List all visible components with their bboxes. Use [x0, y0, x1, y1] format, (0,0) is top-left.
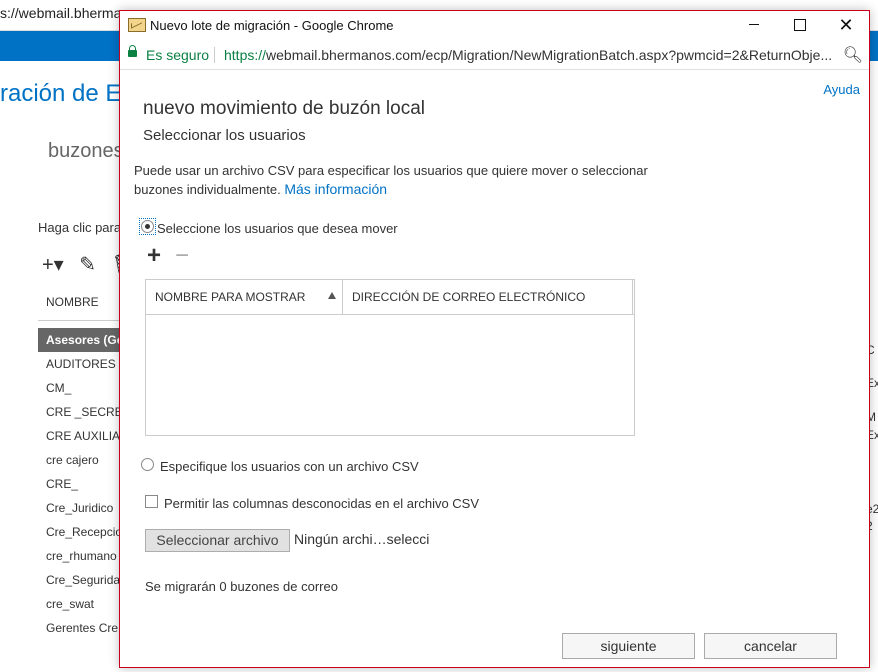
list-item[interactable]: Cre_Segurida: [38, 568, 128, 592]
migration-count-text: Se migrarán 0 buzones de correo: [145, 579, 338, 594]
mail-envelope-icon: [128, 18, 146, 32]
list-item[interactable]: CRE _SECRET: [38, 400, 128, 424]
csv-file-radio[interactable]: [141, 458, 154, 471]
select-users-radio[interactable]: [141, 220, 154, 233]
maximize-button[interactable]: [777, 11, 823, 41]
next-button[interactable]: siguiente: [562, 633, 695, 659]
description-text: Puede usar un archivo CSV para especific…: [134, 163, 648, 197]
background-page-title: ración de E: [0, 80, 122, 107]
background-list: Asesores (Ge AUDITORES CM_ CRE _SECRET C…: [38, 328, 128, 640]
add-user-button[interactable]: +: [147, 244, 161, 268]
list-item[interactable]: CRE_: [38, 472, 128, 496]
list-item[interactable]: cre cajero: [38, 448, 128, 472]
list-item[interactable]: AUDITORES: [38, 352, 128, 376]
column-email-label: DIRECCIÓN DE CORREO ELECTRÓNICO: [352, 290, 586, 304]
more-info-link[interactable]: Más información: [284, 181, 387, 197]
list-item[interactable]: Asesores (Ge: [38, 328, 128, 352]
list-item[interactable]: cre_rhumano: [38, 544, 128, 568]
background-divider: [38, 320, 128, 321]
window-title: Nuevo lote de migración - Google Chrome: [150, 18, 394, 33]
background-url: s://webmail.bherma: [0, 5, 122, 21]
cancel-button[interactable]: cancelar: [704, 633, 837, 659]
list-item[interactable]: Gerentes Cre: [38, 616, 128, 640]
list-item[interactable]: Cre_Recepcio: [38, 520, 128, 544]
select-users-label[interactable]: Seleccione los usuarios que desea mover: [157, 221, 398, 236]
choose-file-button[interactable]: Seleccionar archivo: [145, 529, 290, 552]
column-display-name-label: NOMBRE PARA MOSTRAR: [155, 290, 306, 304]
list-item[interactable]: Cre_Juridico: [38, 496, 128, 520]
remove-user-button[interactable]: −: [175, 244, 189, 268]
list-item[interactable]: cre_swat: [38, 592, 128, 616]
url-scheme: https://: [224, 47, 267, 63]
close-button[interactable]: ✕: [823, 11, 869, 41]
column-email[interactable]: DIRECCIÓN DE CORREO ELECTRÓNICO: [343, 280, 633, 314]
url-text[interactable]: https://webmail.bhermanos.com/ecp/Migrat…: [224, 47, 836, 63]
window-titlebar[interactable]: Nuevo lote de migración - Google Chrome …: [120, 11, 869, 41]
help-link[interactable]: Ayuda: [823, 82, 860, 97]
lock-icon[interactable]: [128, 45, 137, 57]
list-item[interactable]: CRE AUXILIA: [38, 424, 128, 448]
minimize-icon: [749, 24, 759, 26]
maximize-icon: [794, 18, 806, 31]
dialog-subtitle: Seleccionar los usuarios: [143, 127, 306, 144]
dialog-title: nuevo movimiento de buzón local: [143, 98, 426, 119]
address-bar[interactable]: Es seguro https://webmail.bhermanos.com/…: [120, 41, 869, 70]
background-column-header[interactable]: NOMBRE: [46, 295, 99, 309]
file-status-text: Ningún archi…selecci: [294, 531, 430, 547]
add-icon[interactable]: +▾: [42, 254, 64, 276]
allow-unknown-columns-checkbox[interactable]: [145, 495, 158, 508]
edit-icon[interactable]: ✎: [79, 254, 96, 276]
secure-label[interactable]: Es seguro: [146, 47, 209, 63]
zoom-icon[interactable]: 🔍︎: [843, 45, 863, 65]
column-display-name[interactable]: NOMBRE PARA MOSTRAR: [146, 280, 343, 314]
background-subtitle: buzones: [48, 140, 124, 162]
dialog-description: Puede usar un archivo CSV para especific…: [134, 161, 674, 199]
sort-ascending-icon[interactable]: [328, 292, 336, 299]
csv-file-label[interactable]: Especifique los usuarios con un archivo …: [160, 459, 419, 474]
allow-unknown-columns-label[interactable]: Permitir las columnas desconocidas en el…: [164, 496, 479, 511]
users-grid[interactable]: NOMBRE PARA MOSTRAR DIRECCIÓN DE CORREO …: [145, 279, 635, 436]
background-hint: Haga clic para: [38, 220, 122, 235]
migration-popup-window: Nuevo lote de migración - Google Chrome …: [119, 10, 870, 668]
url-path: webmail.bhermanos.com/ecp/Migration/NewM…: [266, 47, 833, 63]
address-divider: [214, 47, 215, 63]
grid-header: NOMBRE PARA MOSTRAR DIRECCIÓN DE CORREO …: [146, 280, 634, 315]
minimize-button[interactable]: [731, 11, 777, 41]
list-item[interactable]: CM_: [38, 376, 128, 400]
